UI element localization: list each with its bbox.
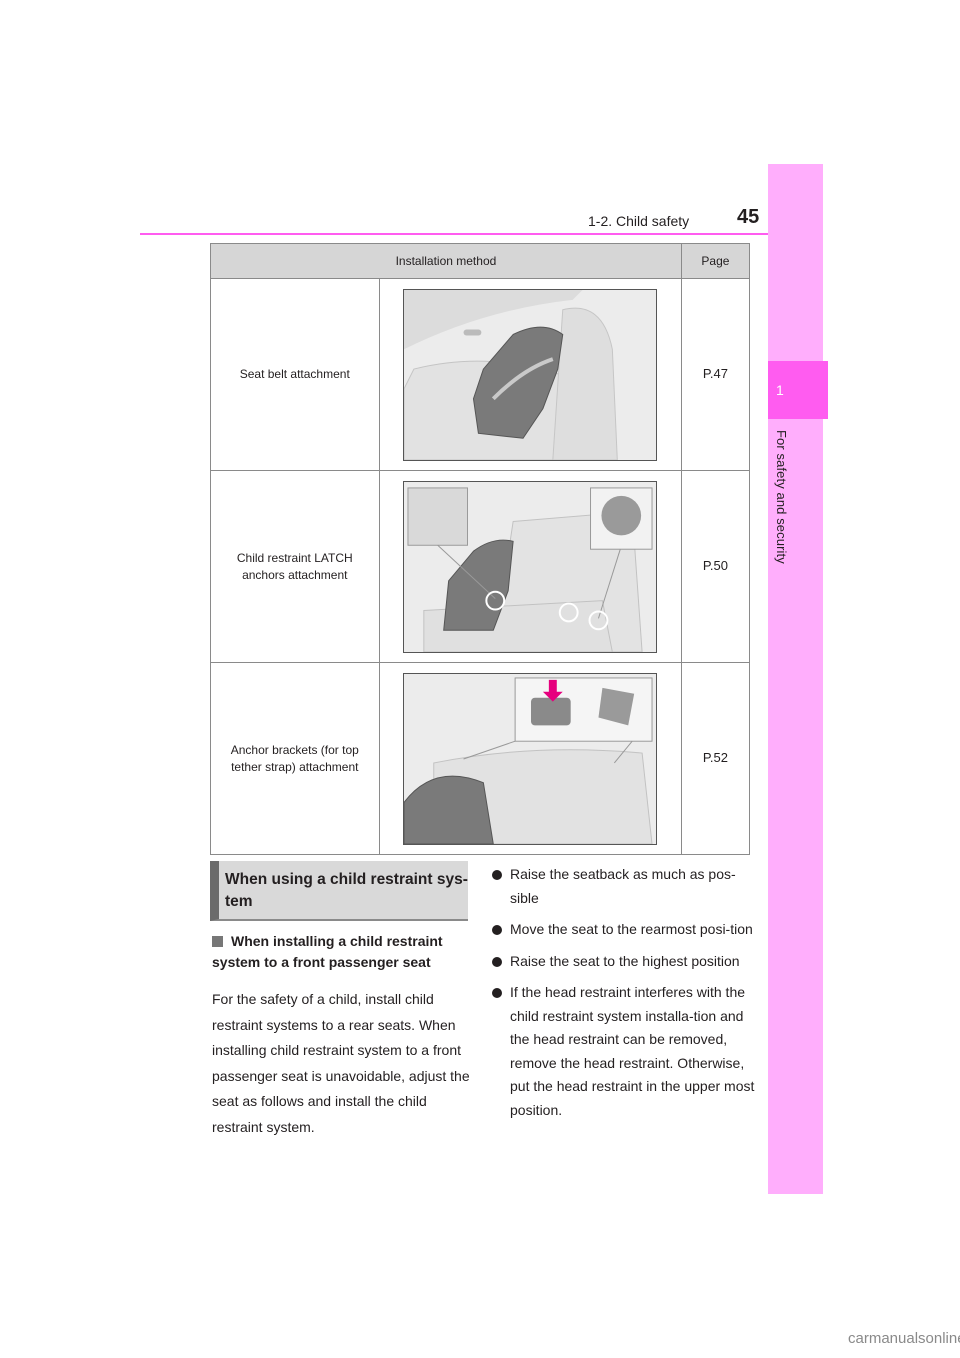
list-item: Raise the seatback as much as pos-sible xyxy=(492,863,762,910)
bullet-dot-icon xyxy=(492,988,502,998)
table-row: Anchor brackets (for top tether strap) a… xyxy=(210,662,751,855)
method-label: Seat belt attachment xyxy=(210,278,380,471)
column-header-page: Page xyxy=(680,243,751,279)
list-item: If the head restraint interferes with th… xyxy=(492,981,762,1122)
table-row: Child restraint LATCH anchors attachment xyxy=(210,470,751,663)
list-item: Raise the seat to the highest position xyxy=(492,950,762,974)
chapter-side-tab xyxy=(768,164,823,1194)
latch-anchors-attachment-illustration xyxy=(403,480,658,653)
bullet-dot-icon xyxy=(492,870,502,880)
chapter-number-badge: 1 xyxy=(768,361,828,419)
subheading: When installing a child restraint system… xyxy=(212,931,472,973)
page-reference-link[interactable]: P.47 xyxy=(680,278,751,471)
bullet-dot-icon xyxy=(492,956,502,967)
table-row: Seat belt attachment P.47 xyxy=(210,278,751,471)
page-reference-link[interactable]: P.52 xyxy=(680,662,751,855)
square-bullet-icon xyxy=(212,935,223,947)
list-item-text: Move the seat to the rearmost posi-tion xyxy=(510,921,753,937)
seat-belt-attachment-illustration xyxy=(403,288,658,461)
list-item-text: Raise the seatback as much as pos-sible xyxy=(510,866,736,906)
adjustment-steps-list: Raise the seatback as much as pos-sible … xyxy=(492,863,762,1130)
bullet-dot-icon xyxy=(492,925,502,935)
column-header-installation-method: Installation method xyxy=(210,243,682,279)
table-header-row: Installation method Page xyxy=(210,243,751,279)
method-label: Anchor brackets (for top tether strap) a… xyxy=(210,662,380,855)
method-label: Child restraint LATCH anchors attachment xyxy=(210,470,380,663)
list-item-text: If the head restraint interferes with th… xyxy=(510,984,755,1118)
section-title: When using a child restraint sys-tem xyxy=(210,861,468,921)
top-tether-attachment-illustration xyxy=(403,672,658,845)
subheading-text: When installing a child restraint system… xyxy=(212,933,443,970)
section-header: 1-2. Child safety xyxy=(588,213,690,229)
page-number: 45 xyxy=(737,206,760,228)
chapter-label: For safety and security xyxy=(774,430,789,564)
installation-methods-table: Installation method Page Seat belt attac… xyxy=(210,243,751,855)
header-rule xyxy=(140,233,768,235)
watermark: carmanualsonline.info xyxy=(848,1330,960,1347)
list-item: Move the seat to the rearmost posi-tion xyxy=(492,918,762,942)
page-reference-link[interactable]: P.50 xyxy=(680,470,751,663)
list-item-text: Raise the seat to the highest position xyxy=(510,952,740,969)
body-paragraph: For the safety of a child, install child… xyxy=(212,991,470,1135)
